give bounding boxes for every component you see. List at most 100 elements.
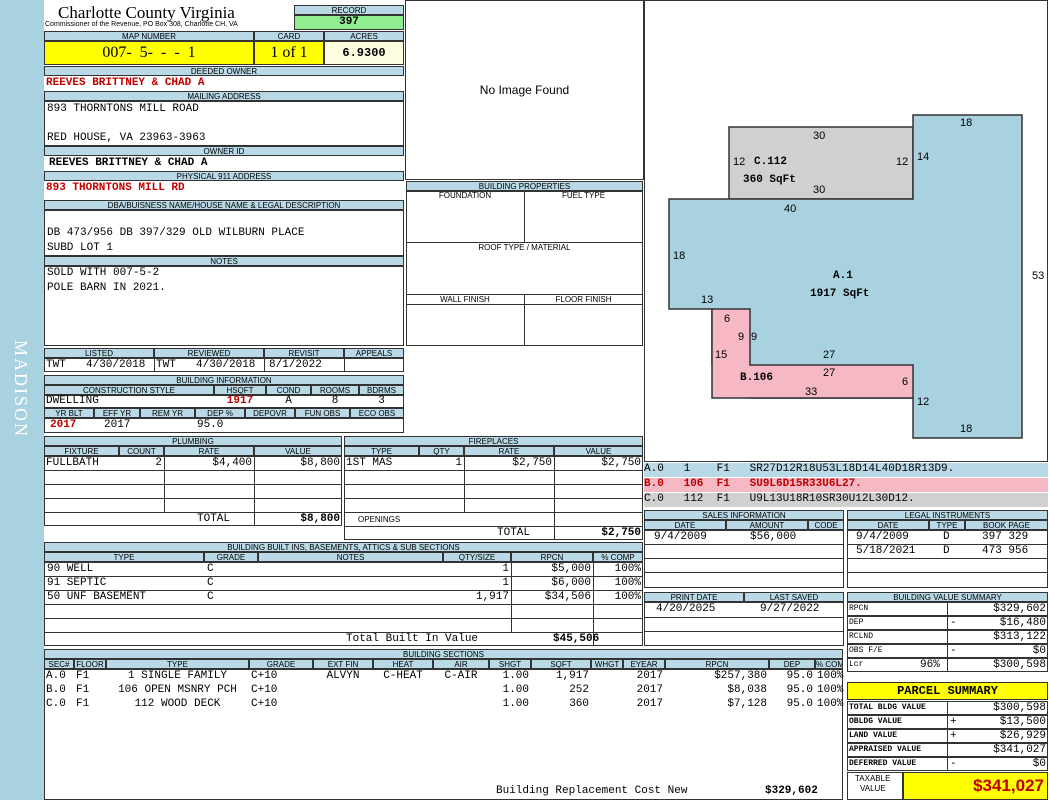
bi-row-grade: C [207,577,214,589]
sales-header: SALES INFORMATION [644,510,844,520]
sections-header: BUILDING SECTIONS [44,649,843,659]
sections-cell-grade: C+10 [251,698,278,710]
no-image-text: No Image Found [479,83,570,97]
effyr-value: 2017 [104,419,131,431]
dim-b-27a: 27 [823,349,836,361]
dim-b-9b: 9 [751,331,758,343]
sketch-a-label: A.1 [833,270,853,282]
sections-total: $329,602 [765,785,818,797]
plumbing-rate: $4,400 [212,457,252,469]
plumbing-total-label: TOTAL [197,513,231,525]
owner-id: REEVES BRITTNEY & CHAD A [49,157,208,169]
sections-cell-rpcn: $257,380 [714,670,767,682]
fixture-col: FIXTURE [44,446,119,456]
sections-cell-shgt: 1.00 [502,698,529,710]
fp-qty: 1 [455,457,462,469]
last-saved: 9/27/2022 [760,603,820,615]
print-date-header: PRINT DATE [644,592,744,602]
li-book: 473 956 [982,545,1029,557]
sections-cell-type: 1 SINGLE FAMILY [127,670,228,682]
bi-total: $45,506 [553,633,600,645]
legal-line1: DB 473/956 DB 397/329 OLD WILBURN PLACE [47,227,305,239]
bi-row-qty: 1,917 [475,591,509,603]
bi-row-rpcn: $5,000 [551,563,591,575]
ps-value: $0 [1032,758,1046,770]
last-saved-header: LAST SAVED [744,592,844,602]
sections-cell-dep: 95.0 [786,698,813,710]
vs-pct: 96% [920,659,940,671]
sections-cell-type: 106 OPEN MSNRY PCH [118,684,237,696]
building-info-header: BUILDING INFORMATION [44,375,404,385]
funobs-header: FUN OBS [295,408,350,418]
deeded-owner-header: DEEDED OWNER [44,66,404,76]
sections-col-header: EYEAR [623,659,665,669]
vector-b: B.0 106 F1 SU9L6D15R33U6L27. [644,478,1048,492]
fp-rate: $2,750 [512,457,552,469]
li-type: D [943,531,950,543]
map-number-header: MAP NUMBER [44,31,254,41]
record-header: RECORD [294,5,404,15]
dim-b-15: 15 [715,349,728,361]
construction-style: DWELLING [46,395,99,407]
ps-label: TOTAL BLDG VALUE [849,703,926,712]
acres-value: 6.9300 [324,41,404,65]
dim-a-top: 18 [960,117,973,129]
fuel-type-label: FUEL TYPE [561,191,606,200]
built-ins-header: BUILDING BUILT INS, BASEMENTS, ATTICS & … [44,542,643,552]
sections-col-header: EXT FIN [313,659,373,669]
bi-row-type: 90 WELL [47,563,94,575]
mailing-line1: 893 THORNTONS MILL ROAD [47,103,199,115]
sections-cell-rpcn: $8,038 [727,684,767,696]
plumbing-header: PLUMBING [44,436,342,446]
bi-type-col: TYPE [44,552,204,562]
fp-qty-col: QTY [419,446,464,456]
sections-cell-eyear: 2017 [636,698,663,710]
ps-label: DEFERRED VALUE [849,759,917,768]
bi-row-qty: 1 [502,563,509,575]
bi-row-comp: 100% [614,563,641,575]
dim-a-40: 40 [784,203,797,215]
vs-value: $313,122 [993,631,1046,643]
sections-cell-type: 112 WOOD DECK [134,698,221,710]
value-summary-header: BUILDING VALUE SUMMARY [847,592,1048,602]
vs-label: RCLND [849,632,874,641]
listed-header: LISTED [44,348,154,358]
sections-cell-sec: A.0 [46,670,66,682]
sales-date-col: DATE [644,520,726,530]
sections-cell-comp: 100% [817,670,844,682]
li-type-col: TYPE [929,520,965,530]
vs-value: $0 [1032,645,1046,657]
building-properties-header: BUILDING PROPERTIES [406,181,643,191]
hsqft-value: 1917 [226,395,254,407]
sections-col-header: GRADE [249,659,313,669]
card-value: 1 of 1 [254,41,324,65]
li-book-col: BOOK PAGE [965,520,1048,530]
fp-value: $2,750 [601,457,641,469]
sales-amount: $56,000 [750,531,797,543]
revisit-header: REVISIT [264,348,344,358]
physical-address-header: PHYSICAL 911 ADDRESS [44,171,404,181]
bi-grade-col: GRADE [204,552,258,562]
fp-openings-label: OPENINGS [358,515,401,524]
bi-total-label: Total Built In Value [346,633,479,645]
record-value: 397 [294,15,404,30]
sections-cell-sqft: 360 [569,698,589,710]
count-col: COUNT [119,446,164,456]
vs-value: $329,602 [993,603,1046,615]
legal-description-header: DBA/BUISNESS NAME/HOUSE NAME & LEGAL DES… [44,200,404,210]
sections-col-header: AIR [433,659,489,669]
sections-cell-comp: 100% [817,684,844,696]
vector-c: C.0 112 F1 U9L13U18R10SR30U12L30D12. [644,493,1048,507]
dim-b-6b: 6 [902,376,909,388]
sections-cell-sec: C.0 [46,698,66,710]
bi-row-qty: 1 [502,577,509,589]
ps-label: OBLDG VALUE [849,717,902,726]
sales-date: 9/4/2009 [654,531,707,543]
sections-col-header: % COMP [815,659,843,669]
dim-a-12: 12 [917,396,930,408]
reviewed-by: TWT [156,359,176,371]
effyr-header: EFF YR [94,408,140,418]
reviewed-date: 4/30/2018 [196,359,256,371]
plumbing-total: $8,800 [300,513,340,525]
bi-row-rpcn: $6,000 [551,577,591,589]
